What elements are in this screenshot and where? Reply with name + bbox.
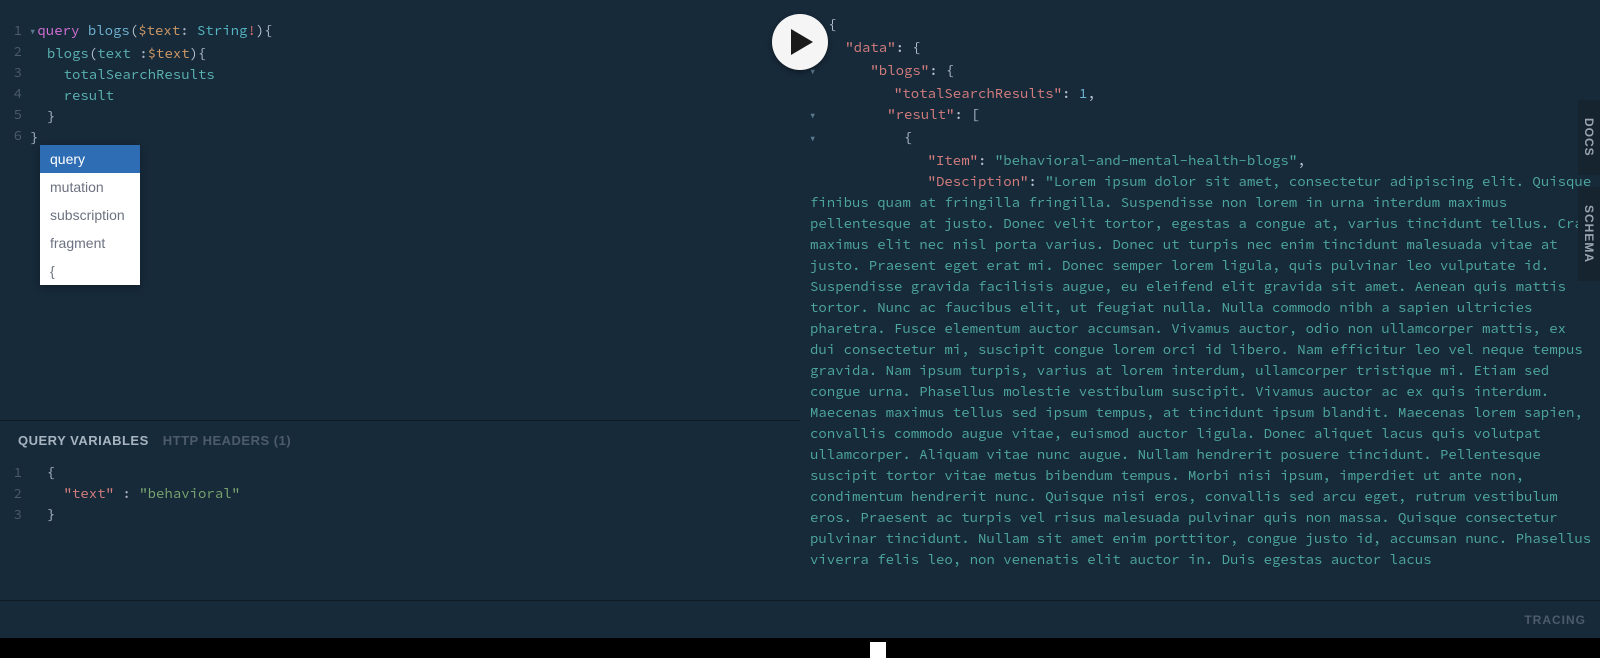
autocomplete-item[interactable]: { (40, 257, 140, 285)
line-gutter: 1 2 3 (0, 462, 30, 525)
variables-section: QUERY VARIABLES HTTP HEADERS (1) 1 2 3 {… (0, 420, 800, 600)
fold-arrow-icon[interactable]: ▼ (810, 106, 820, 127)
autocomplete-popup[interactable]: query mutation subscription fragment { (40, 145, 140, 285)
autocomplete-item[interactable]: query (40, 145, 140, 173)
tab-query-variables[interactable]: QUERY VARIABLES (18, 433, 149, 448)
autocomplete-item[interactable]: mutation (40, 173, 140, 201)
line-gutter: 1 2 3 4 5 6 (0, 20, 30, 420)
code-content[interactable]: ▼query blogs($text: String!){ blogs(text… (30, 20, 800, 420)
autocomplete-item[interactable]: subscription (40, 201, 140, 229)
tracing-tab[interactable]: TRACING (1524, 613, 1586, 627)
bottom-bar: TRACING (0, 600, 1600, 638)
description-text: "Lorem ipsum dolor sit amet, consectetur… (810, 172, 1600, 568)
tab-http-headers[interactable]: HTTP HEADERS (1) (163, 433, 291, 448)
autocomplete-item[interactable]: fragment (40, 229, 140, 257)
schema-tab[interactable]: SCHEMA (1578, 187, 1600, 281)
execute-query-button[interactable] (772, 14, 828, 70)
fold-arrow-icon[interactable]: ▼ (810, 129, 820, 150)
footer-strip (0, 638, 1600, 658)
play-icon (791, 29, 813, 55)
variables-editor[interactable]: 1 2 3 { "text" : "behavioral" } (0, 456, 800, 525)
docs-tab[interactable]: DOCS (1578, 100, 1600, 175)
fold-arrow-icon[interactable]: ▼ (30, 22, 35, 43)
notch-icon (870, 642, 886, 658)
query-editor-panel: 1 2 3 4 5 6 ▼query blogs($text: String!)… (0, 0, 800, 600)
response-panel[interactable]: ▼ { ▼ "data": { ▼ "blogs": { "totalSearc… (800, 0, 1600, 600)
